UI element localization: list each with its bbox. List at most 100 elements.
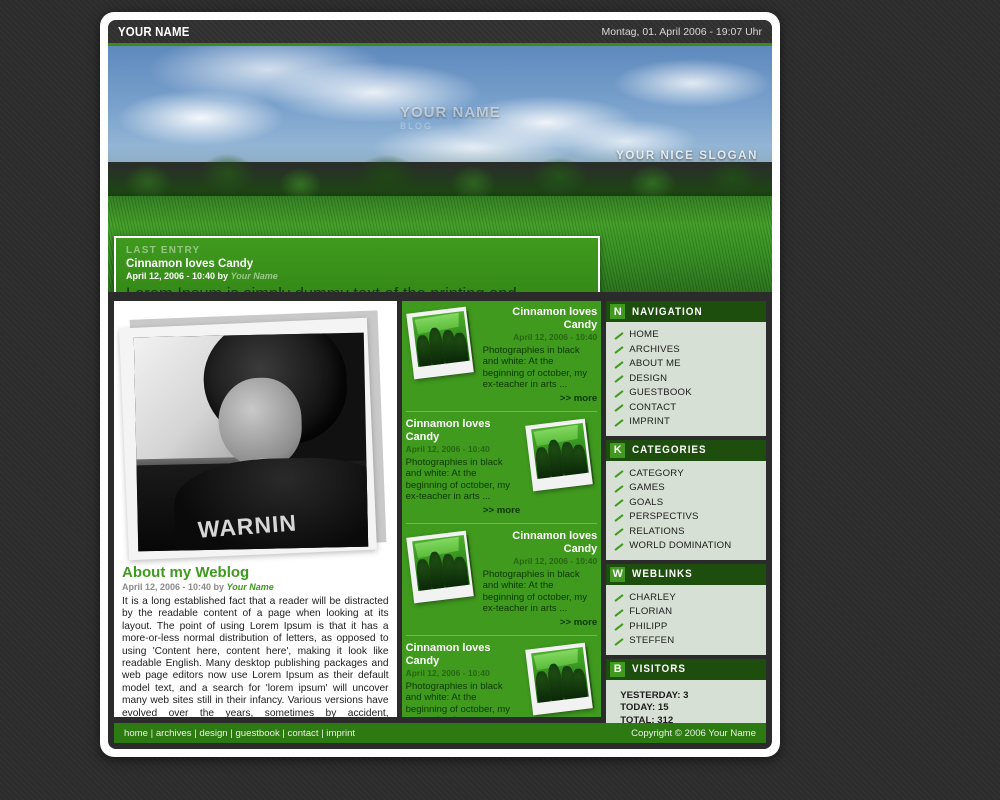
post-item[interactable]: Cinnamon loves Candy April 12, 2006 - 10:… — [406, 642, 598, 717]
widget-badge-icon: B — [610, 661, 626, 677]
widget-categories: K CATEGORIES CATEGORY GAMES GOALS PERSPECTIVS… — [606, 439, 766, 560]
sidebar-item-label: GUESTBOOK — [629, 387, 692, 398]
widget-title: VISITORS — [632, 663, 687, 675]
visitor-stat: YESTERDAY: 3 — [620, 689, 689, 701]
post-date: April 12, 2006 - 10:40 — [405, 444, 490, 454]
sidebar-item-label: RELATIONS — [629, 525, 685, 537]
post-more-link[interactable]: >> more — [406, 505, 520, 516]
sidebar-item-guestbook[interactable]: GUESTBOOK — [614, 386, 762, 401]
about-date: April 12, 2006 - 10:40 by — [122, 582, 227, 592]
post-thumbnail-image[interactable] — [405, 530, 478, 610]
last-entry-body: Lorem Ipsum is simply dummy text of the … — [126, 285, 586, 292]
center-column: Cinnamon loves Candy April 12, 2006 - 10:… — [401, 301, 602, 717]
post-text: Cinnamon loves Candy April 12, 2006 - 10:… — [483, 306, 598, 407]
sidebar-item-label: CHARLEY — [629, 591, 676, 603]
sidebar-item-world-domination[interactable]: WORLD DOMINATION — [614, 539, 762, 554]
sidebar-item-perspectivs[interactable]: PERSPECTIVS — [614, 510, 762, 525]
post-thumbnail-image[interactable] — [405, 306, 478, 386]
hero-slogan: YOUR NICE SLOGAN — [616, 150, 758, 162]
widget-badge-icon: N — [610, 304, 626, 319]
about-meta: April 12, 2006 - 10:40 by Your Name — [122, 582, 389, 592]
thumb-photo — [411, 311, 470, 367]
sidebar-item-steffen[interactable]: STEFFEN — [614, 634, 762, 649]
post-title[interactable]: Cinnamon loves Candy — [483, 306, 597, 332]
sidebar-item-label: FLORIAN — [629, 606, 673, 617]
last-entry-title[interactable]: Cinnamon loves Candy — [126, 258, 586, 270]
widget-weblinks: W WEBLINKS CHARLEY FLORIAN PHILIPP STEFFEN — [606, 563, 766, 655]
thumb-person — [572, 667, 589, 699]
about-author: Your Name — [226, 582, 274, 592]
widget-badge-icon: K — [610, 442, 626, 458]
widget-header: N NAVIGATION — [606, 301, 766, 322]
footer-nav-links[interactable]: home | archives | design | guestbook | c… — [124, 728, 355, 739]
post-date: April 12, 2006 - 10:40 — [513, 332, 598, 342]
sidebar-item-label: CONTACT — [629, 401, 677, 413]
post-title[interactable]: Cinnamon loves Candy — [483, 530, 597, 556]
post-text: Cinnamon loves Candy April 12, 2006 - 10:… — [406, 642, 521, 717]
sidebar-item-florian[interactable]: FLORIAN — [614, 605, 762, 620]
current-date: Montag, 01. April 2006 - 19:07 Uhr — [601, 25, 762, 38]
last-entry-box[interactable]: LAST ENTRY Cinnamon loves Candy April 12… — [114, 236, 600, 292]
widget-header: K CATEGORIES — [606, 439, 766, 461]
sidebar-item-label: ABOUT ME — [629, 358, 681, 369]
about-photo: WARNIN — [119, 310, 387, 561]
sidebar-item-about-me[interactable]: ABOUT ME — [614, 357, 762, 372]
right-column: N NAVIGATION HOME ARCHIVES ABOUT ME DESIGN GUE… — [606, 301, 766, 739]
footer-copyright: Copyright © 2006 Your Name — [631, 727, 756, 739]
widget-body: CATEGORY GAMES GOALS PERSPECTIVS RELATIONS WO… — [606, 460, 766, 560]
post-item[interactable]: Cinnamon loves Candy April 12, 2006 - 10:… — [405, 306, 598, 412]
sidebar-item-design[interactable]: DESIGN — [614, 372, 762, 387]
thumb-photo — [531, 647, 590, 703]
hero-logo-name: YOUR NAME — [400, 104, 501, 121]
visitor-stat: TODAY: 15 — [620, 702, 669, 713]
browser-frame: YOUR NAME Montag, 01. April 2006 - 19:07… — [100, 12, 780, 757]
sidebar-item-games[interactable]: GAMES — [614, 481, 762, 496]
footer: home | archives | design | guestbook | c… — [114, 723, 766, 743]
arrow-slash-icon — [614, 331, 623, 340]
arrow-slash-icon — [614, 498, 623, 507]
arrow-slash-icon — [614, 593, 623, 602]
top-bar: YOUR NAME Montag, 01. April 2006 - 19:07… — [108, 20, 772, 46]
arrow-slash-icon — [614, 418, 623, 427]
post-more-link[interactable]: >> more — [483, 393, 597, 404]
post-more-link[interactable]: >> more — [483, 617, 597, 628]
sidebar-item-charley[interactable]: CHARLEY — [614, 591, 762, 606]
sidebar-item-label: HOME — [629, 329, 659, 340]
about-title: About my Weblog — [122, 564, 250, 581]
arrow-slash-icon — [614, 360, 623, 369]
post-title[interactable]: Cinnamon loves Candy — [406, 642, 521, 668]
post-thumbnail-image[interactable] — [525, 418, 597, 498]
post-thumbnail-image[interactable] — [525, 642, 597, 717]
hero-logo-subtitle: BLOG — [400, 121, 434, 131]
sidebar-item-goals[interactable]: GOALS — [614, 496, 762, 511]
sidebar-item-label: GOALS — [629, 496, 664, 508]
widget-header: W WEBLINKS — [606, 563, 766, 585]
sidebar-item-home[interactable]: HOME — [614, 328, 762, 343]
about-body: It is a long established fact that a rea… — [122, 596, 389, 717]
sidebar-item-philipp[interactable]: PHILIPP — [614, 620, 762, 635]
sidebar-item-label: DESIGN — [629, 372, 668, 384]
post-title[interactable]: Cinnamon loves Candy — [406, 418, 521, 444]
left-column: WARNIN About my Weblog April 12, 2006 - … — [114, 301, 397, 717]
sidebar-item-relations[interactable]: RELATIONS — [614, 525, 762, 540]
post-text: Cinnamon loves Candy April 12, 2006 - 10:… — [406, 418, 521, 519]
arrow-slash-icon — [614, 608, 623, 617]
widget-title: WEBLINKS — [632, 568, 693, 580]
post-item[interactable]: Cinnamon loves Candy April 12, 2006 - 10:… — [405, 418, 598, 524]
sidebar-item-label: GAMES — [629, 482, 665, 493]
arrow-slash-icon — [614, 389, 623, 398]
last-entry-author: Your Name — [230, 271, 278, 281]
sidebar-item-imprint[interactable]: IMPRINT — [614, 415, 762, 430]
widget-title: CATEGORIES — [632, 444, 707, 456]
post-item[interactable]: Cinnamon loves Candy April 12, 2006 - 10:… — [405, 530, 598, 636]
last-entry-kicker: LAST ENTRY — [126, 245, 201, 256]
post-body: Photographies in black and white: At the… — [482, 569, 588, 615]
arrow-slash-icon — [614, 469, 623, 478]
post-date: April 12, 2006 - 10:40 — [405, 668, 490, 678]
sidebar-item-contact[interactable]: CONTACT — [614, 401, 762, 416]
post-body: Photographies in black and white: At the… — [405, 457, 511, 503]
post-text: Cinnamon loves Candy April 12, 2006 - 10:… — [483, 530, 598, 631]
widget-title: NAVIGATION — [632, 305, 703, 318]
sidebar-item-category[interactable]: CATEGORY — [614, 467, 762, 482]
sidebar-item-archives[interactable]: ARCHIVES — [614, 343, 762, 358]
